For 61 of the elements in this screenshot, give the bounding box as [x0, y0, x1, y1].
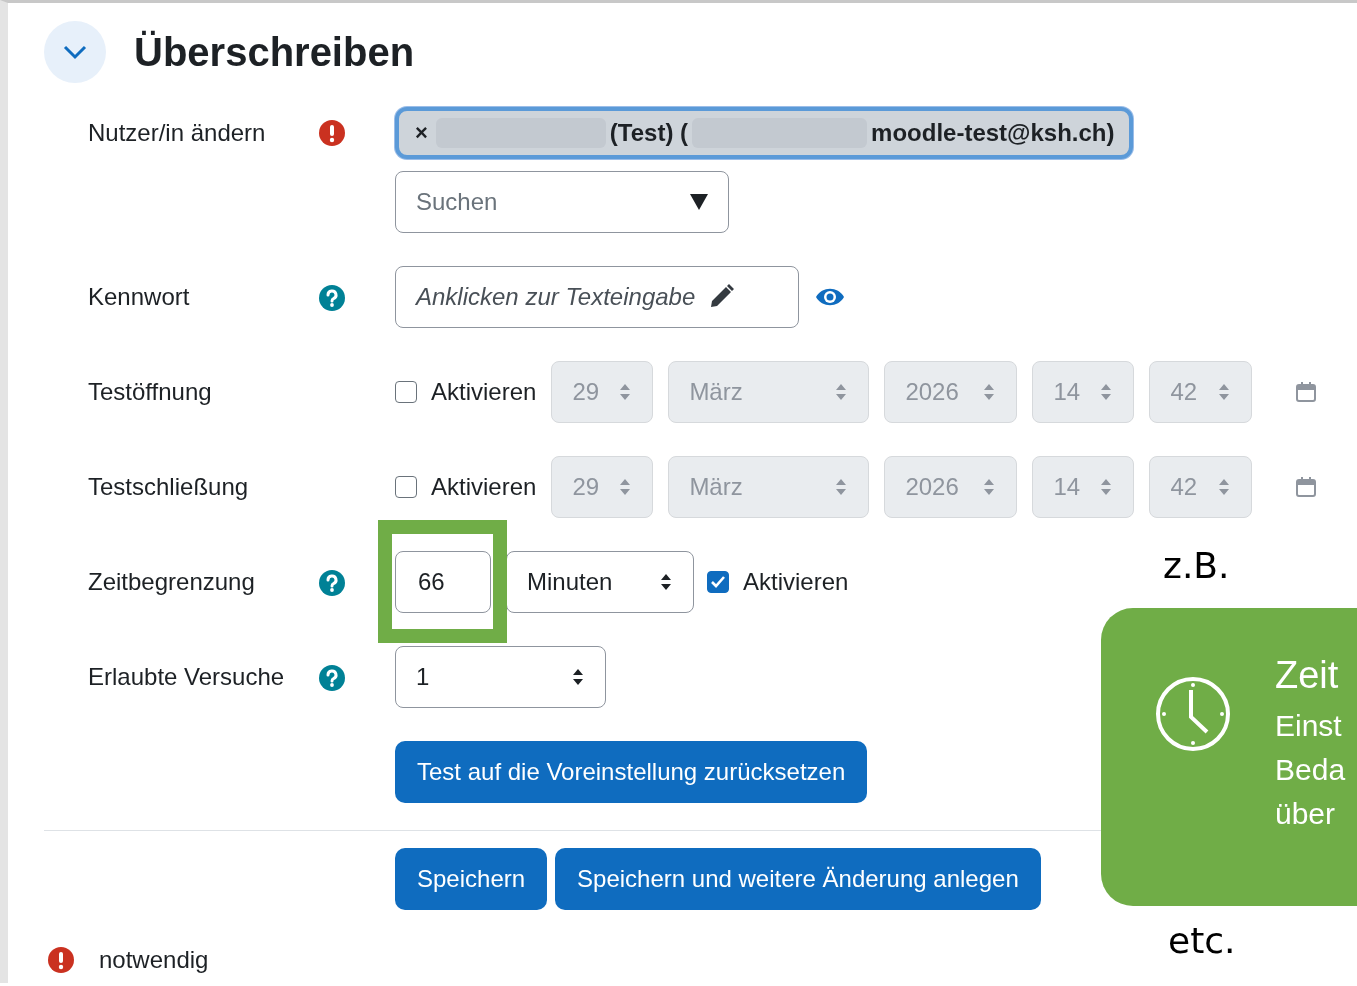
callout-text: über: [1275, 796, 1337, 832]
dropdown[interactable]: März: [668, 361, 870, 423]
save-and-add-button[interactable]: Speichern und weitere Änderung anlegen: [555, 848, 1041, 910]
unit-dropdown[interactable]: Minuten: [506, 551, 694, 613]
sort-arrows-icon: [982, 477, 997, 497]
sort-arrows-icon: [618, 477, 633, 497]
checkbox[interactable]: [395, 381, 417, 403]
clock-icon: [1155, 676, 1231, 752]
field-label: Nutzer/in ändern: [88, 118, 267, 148]
checkmark-icon: [710, 574, 726, 590]
dropdown[interactable]: 2026: [884, 456, 1018, 518]
field-label: Testöffnung: [88, 377, 213, 407]
required-icon: [47, 946, 75, 974]
save-button[interactable]: Speichern: [395, 848, 548, 910]
chevron-icon: [62, 44, 88, 60]
checkbox-label: Aktivieren: [743, 568, 849, 596]
password-field[interactable]: Anklicken zur Texteingabe: [395, 266, 799, 328]
annotation-text: etc.: [1168, 920, 1236, 961]
dropdown[interactable]: 29: [551, 456, 654, 518]
dropdown[interactable]: 14: [1032, 361, 1135, 423]
sort-arrows-icon: [834, 382, 849, 402]
callout-text: Einst: [1275, 708, 1343, 744]
field-label: Zeitbegrenzung: [88, 567, 256, 597]
dropdown[interactable]: 29: [551, 361, 654, 423]
sort-arrows-icon: [618, 382, 633, 402]
dropdown[interactable]: 14: [1032, 456, 1135, 518]
field-label: Kennwort: [88, 282, 191, 312]
checkbox[interactable]: [395, 476, 417, 498]
sort-arrows-icon: [659, 572, 673, 592]
sort-arrows-icon: [1217, 382, 1232, 402]
checkbox-label: Aktivieren: [431, 378, 537, 406]
selected-user-chip[interactable]: × (Test) ( moodle-test@ksh.ch): [395, 107, 1133, 159]
number-field[interactable]: 66: [395, 551, 491, 613]
field-label: Testschließung: [88, 472, 250, 502]
sort-arrows-icon: [982, 382, 997, 402]
reset-button[interactable]: Test auf die Voreinstellung zurücksetzen: [395, 741, 868, 803]
required-note: notwendig: [99, 946, 209, 974]
checkbox-label: Aktivieren: [431, 473, 537, 501]
calendar-icon: [1295, 381, 1318, 403]
field-label: Erlaubte Versuche: [88, 662, 286, 692]
dropdown[interactable]: 42: [1149, 361, 1253, 423]
callout-title: Zeit: [1275, 653, 1340, 698]
chip-text: moodle-test@ksh.ch): [871, 119, 1115, 147]
caret-icon: [690, 194, 708, 210]
sort-arrows-icon: [1099, 382, 1114, 402]
annotation-text: z.B.: [1163, 545, 1230, 586]
remove-button[interactable]: ×: [415, 120, 432, 146]
search-dropdown[interactable]: Suchen: [395, 171, 729, 233]
section-title: Überschreiben: [134, 29, 415, 75]
sort-arrows-icon: [571, 667, 585, 687]
sort-arrows-icon: [834, 477, 849, 497]
checkbox[interactable]: [707, 571, 729, 593]
dropdown[interactable]: März: [668, 456, 870, 518]
sort-arrows-icon: [1099, 477, 1114, 497]
sort-arrows-icon: [1217, 477, 1232, 497]
dropdown[interactable]: 42: [1149, 456, 1253, 518]
callout-text: Beda: [1275, 752, 1346, 788]
calendar-icon: [1295, 476, 1318, 498]
chip-text: (Test) (: [609, 119, 689, 147]
dropdown[interactable]: 1: [395, 646, 606, 708]
dropdown[interactable]: 2026: [884, 361, 1018, 423]
